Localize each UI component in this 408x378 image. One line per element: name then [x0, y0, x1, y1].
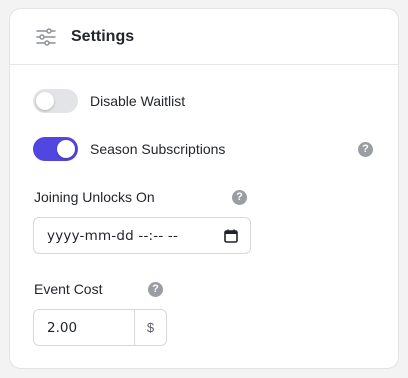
joining-unlocks-help-icon[interactable]: ?	[232, 190, 247, 205]
season-subscriptions-label: Season Subscriptions	[90, 141, 226, 157]
toggle-knob	[36, 92, 54, 110]
joining-unlocks-label: Joining Unlocks On	[34, 189, 155, 205]
event-cost-label: Event Cost	[34, 281, 103, 297]
disable-waitlist-label: Disable Waitlist	[90, 93, 186, 109]
currency-addon: $	[134, 310, 166, 345]
event-cost-input-group: 2.00 $	[33, 309, 167, 346]
page-title: Settings	[71, 27, 135, 45]
disable-waitlist-toggle[interactable]	[33, 89, 78, 113]
season-subscriptions-toggle[interactable]	[33, 137, 78, 161]
disable-waitlist-row: Disable Waitlist	[33, 89, 185, 113]
settings-card: Settings Disable Waitlist Season Subscri…	[9, 8, 399, 369]
calendar-icon[interactable]	[224, 229, 238, 243]
event-cost-help-icon[interactable]: ?	[148, 282, 163, 297]
season-subscriptions-help-icon[interactable]: ?	[358, 142, 373, 157]
joining-unlocks-datetime-input[interactable]: yyyy-mm-dd --:-- --	[33, 217, 251, 254]
sliders-icon	[36, 27, 56, 47]
toggle-knob	[57, 140, 75, 158]
datetime-value: yyyy-mm-dd --:-- --	[47, 227, 179, 244]
event-cost-input[interactable]: 2.00	[34, 310, 134, 345]
season-subscriptions-row: Season Subscriptions	[33, 137, 225, 161]
settings-header: Settings	[10, 9, 398, 65]
